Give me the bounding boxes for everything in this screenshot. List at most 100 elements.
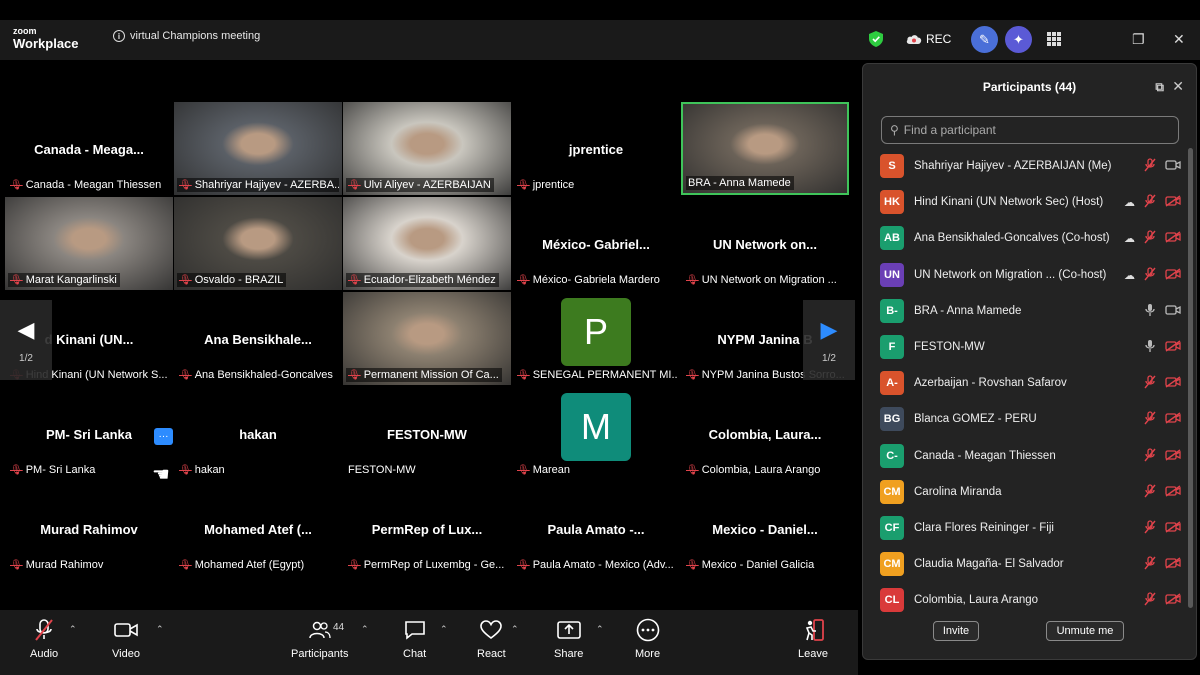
video-options-caret-icon[interactable]: ⌃ <box>156 624 164 635</box>
more-button[interactable]: More <box>635 618 660 660</box>
chat-button[interactable]: Chat <box>403 618 426 660</box>
video-camera-icon <box>1165 159 1181 174</box>
video-tile[interactable]: FESTON-MW FESTON-MW <box>343 387 511 480</box>
meeting-info[interactable]: i virtual Champions meeting <box>113 30 260 42</box>
tile-name-label: 🎙︎ Shahriyar Hajiyev - AZERBA... <box>177 178 339 192</box>
tile-display-name: UN Network on... <box>712 237 817 252</box>
invite-button[interactable]: Invite <box>933 621 979 641</box>
participant-avatar: A- <box>880 371 904 396</box>
video-tile[interactable]: 🎙︎ Ulvi Aliyev - AZERBAIJAN <box>343 102 511 195</box>
react-button[interactable]: React <box>477 618 506 660</box>
video-tile[interactable]: 🎙︎ Permanent Mission Of Ca... <box>343 292 511 385</box>
participants-icon <box>308 618 331 642</box>
video-off-icon <box>1165 593 1181 608</box>
recording-indicator[interactable]: REC <box>906 32 951 46</box>
unmute-me-button[interactable]: Unmute me <box>1046 621 1124 641</box>
next-page-button[interactable]: ▶ 1/2 <box>803 300 855 380</box>
video-tile[interactable]: UN Network on... 🎙︎ UN Network on Migratio… <box>681 197 849 290</box>
share-options-caret-icon[interactable]: ⌃ <box>596 624 604 635</box>
mic-muted-icon: 🎙︎ <box>10 179 23 191</box>
tile-more-options-button[interactable]: ··· <box>154 428 173 445</box>
participant-row[interactable]: UN UN Network on Migration ... (Co-host) ☁ <box>863 257 1193 293</box>
participants-options-caret-icon[interactable]: ⌃ <box>361 624 369 635</box>
react-options-caret-icon[interactable]: ⌃ <box>511 624 519 635</box>
previous-page-button[interactable]: ◀ 1/2 <box>0 300 52 380</box>
info-icon[interactable]: i <box>113 30 125 42</box>
video-tile[interactable]: 🎙︎ Shahriyar Hajiyev - AZERBA... <box>174 102 342 195</box>
video-tile[interactable]: 🎙︎ Marat Kangarlinski <box>5 197 173 290</box>
participant-name: Claudia Magaña- El Salvador <box>914 558 1064 571</box>
video-tile[interactable]: BRA - Anna Mamede <box>681 102 849 195</box>
page-indicator-left: 1/2 <box>19 352 33 364</box>
participant-row[interactable]: B- BRA - Anna Mamede <box>863 293 1193 329</box>
share-screen-icon <box>556 618 581 642</box>
participant-row[interactable]: CL Colombia, Laura Arango <box>863 582 1193 618</box>
video-tile[interactable]: M 🎙︎ Marean <box>512 387 680 480</box>
video-tile[interactable]: Mohamed Atef (... 🎙︎ Mohamed Atef (Egypt) <box>174 482 342 575</box>
apps-grid-icon[interactable] <box>1047 32 1061 46</box>
participant-list-scrollbar[interactable] <box>1188 148 1193 608</box>
participant-row[interactable]: BG Blanca GOMEZ - PERU <box>863 401 1193 437</box>
video-off-icon <box>1165 448 1181 464</box>
video-tile[interactable]: Mexico - Daniel... 🎙︎ Mexico - Daniel Gali… <box>681 482 849 575</box>
tile-name-label: 🎙︎ Murad Rahimov <box>8 558 107 572</box>
video-tile[interactable]: jprentice 🎙︎ jprentice <box>512 102 680 195</box>
video-tile[interactable]: 🎙︎ Ecuador-Elizabeth Méndez <box>343 197 511 290</box>
close-panel-icon[interactable]: ✕ <box>1172 78 1184 95</box>
video-tile[interactable]: Ana Bensikhale... 🎙︎ Ana Bensikhaled-Gonca… <box>174 292 342 385</box>
participant-row[interactable]: A- Azerbaijan - Rovshan Safarov <box>863 365 1193 401</box>
video-tile[interactable]: PM- Sri Lanka 🎙︎ PM- Sri Lanka <box>5 387 173 480</box>
video-tile[interactable]: PermRep of Lux... 🎙︎ PermRep of Luxembg - … <box>343 482 511 575</box>
shield-icon[interactable] <box>869 31 883 47</box>
video-off-icon <box>1165 267 1181 283</box>
video-tile[interactable]: México- Gabriel... 🎙︎ México- Gabriela Mar… <box>512 197 680 290</box>
tile-label-text: Osvaldo - BRAZIL <box>194 274 284 286</box>
participant-name: Hind Kinani (UN Network Sec) (Host) <box>914 196 1104 209</box>
tile-name-label: 🎙︎ Canada - Meagan Thiessen <box>8 178 165 192</box>
participant-name: UN Network on Migration ... (Co-host) <box>914 268 1107 281</box>
mic-muted-icon: 🎙︎ <box>10 464 23 476</box>
participant-avatar: B- <box>880 298 904 323</box>
participant-row[interactable]: CM Carolina Miranda <box>863 474 1193 510</box>
tile-label-text: Shahriyar Hajiyev - AZERBA... <box>194 179 339 191</box>
leave-label: Leave <box>798 648 828 660</box>
chat-options-caret-icon[interactable]: ⌃ <box>440 624 448 635</box>
restore-window-icon[interactable]: ❐ <box>1132 31 1145 48</box>
tile-label-text: Mexico - Daniel Galicia <box>701 559 815 571</box>
mic-muted-icon: 🎙︎ <box>179 274 192 286</box>
video-tile[interactable]: Murad Rahimov 🎙︎ Murad Rahimov <box>5 482 173 575</box>
participant-status-icons: ☁ <box>1124 266 1181 284</box>
video-tile[interactable]: P 🎙︎ SENEGAL PERMANENT MI... <box>512 292 680 385</box>
audio-button[interactable]: Audio <box>30 618 58 660</box>
video-tile[interactable]: 🎙︎ Osvaldo - BRAZIL <box>174 197 342 290</box>
video-tile[interactable]: Canada - Meaga... 🎙︎ Canada - Meagan Thies… <box>5 102 173 195</box>
participant-row[interactable]: CF Clara Flores Reininger - Fiji <box>863 510 1193 546</box>
video-tile[interactable]: Colombia, Laura... 🎙︎ Colombia, Laura Aran… <box>681 387 849 480</box>
participant-row[interactable]: CM Claudia Magaña- El Salvador <box>863 546 1193 582</box>
share-button[interactable]: Share <box>554 618 583 660</box>
whiteboard-pen-icon[interactable]: ✎ <box>971 26 998 53</box>
participant-row[interactable]: C- Canada - Meagan Thiessen <box>863 438 1193 474</box>
audio-options-caret-icon[interactable]: ⌃ <box>69 624 77 635</box>
tile-label-text: Marean <box>532 464 570 476</box>
participant-search-input[interactable] <box>903 123 1164 137</box>
participant-row[interactable]: S Shahriyar Hajiyev - AZERBAIJAN (Me) <box>863 148 1193 184</box>
video-button[interactable]: Video <box>112 618 140 660</box>
tile-display-name: PermRep of Lux... <box>371 522 483 537</box>
mic-muted-icon: 🎙︎ <box>686 464 699 476</box>
pop-out-icon[interactable]: ⧉ <box>1155 80 1164 95</box>
chevron-right-icon: ▶ <box>820 316 838 342</box>
tile-name-label: 🎙︎ Marat Kangarlinski <box>8 273 120 287</box>
leave-button[interactable]: Leave <box>798 618 828 660</box>
participant-row[interactable]: HK Hind Kinani (UN Network Sec) (Host) ☁ <box>863 184 1193 220</box>
participant-row[interactable]: F FESTON-MW <box>863 329 1193 365</box>
participant-row[interactable]: AB Ana Bensikhaled-Goncalves (Co-host) ☁ <box>863 220 1193 256</box>
participant-search[interactable]: ⚲ <box>881 116 1179 144</box>
close-window-icon[interactable]: ✕ <box>1173 31 1185 48</box>
ai-companion-icon[interactable]: ✦ <box>1005 26 1032 53</box>
tile-display-name: Colombia, Laura... <box>708 427 822 442</box>
video-tile[interactable]: Paula Amato -... 🎙︎ Paula Amato - Mexico (… <box>512 482 680 575</box>
tile-display-name: México- Gabriel... <box>542 237 650 252</box>
video-tile[interactable]: hakan 🎙︎ hakan <box>174 387 342 480</box>
tile-name-label: 🎙︎ UN Network on Migration ... <box>684 273 840 287</box>
